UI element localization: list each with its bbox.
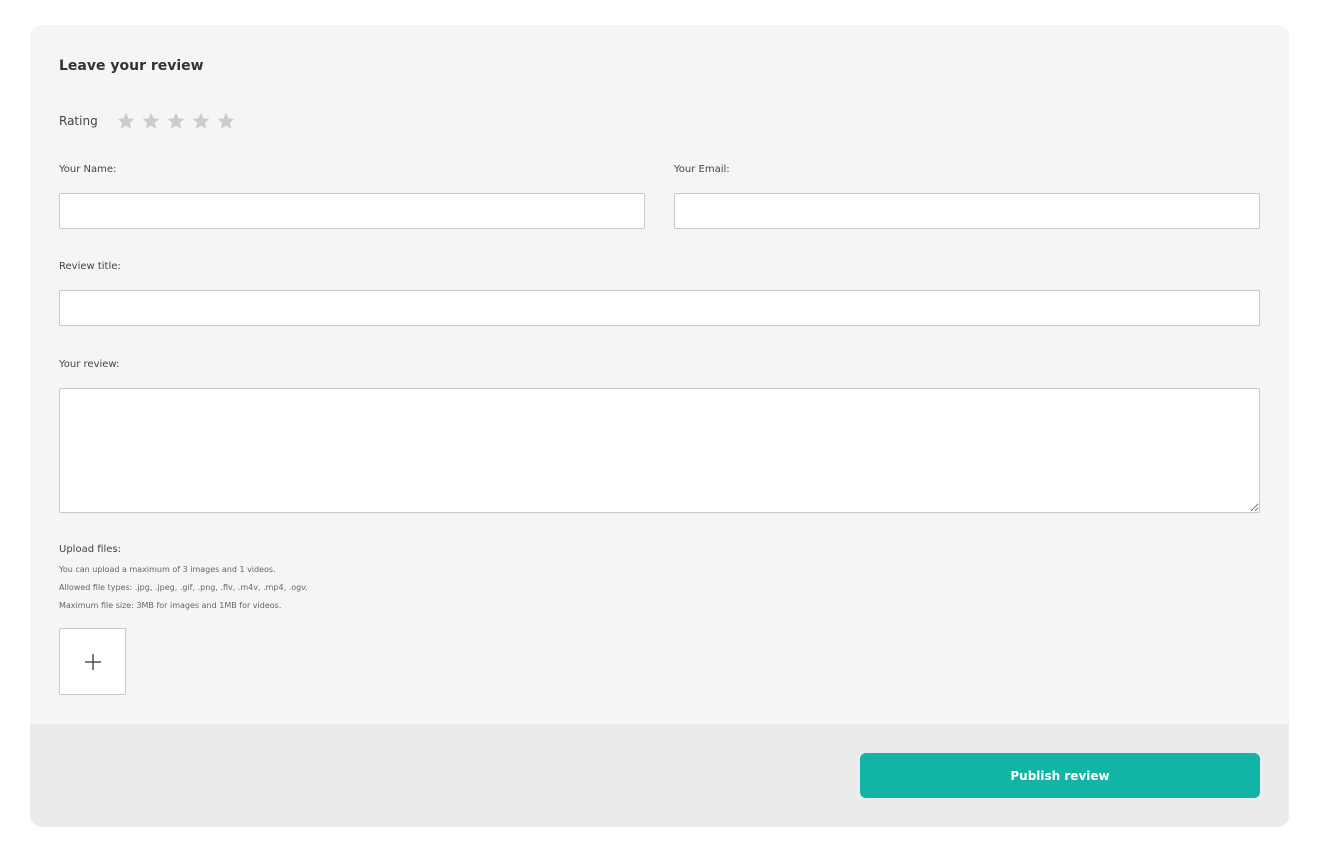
rating-label: Rating <box>59 114 98 128</box>
review-form: Leave your review Rating Your Name: Your… <box>30 25 1289 724</box>
upload-hint-size: Maximum file size: 3MB for images and 1M… <box>59 601 282 610</box>
form-title: Leave your review <box>59 58 204 74</box>
star-icon-4[interactable] <box>191 111 211 131</box>
review-body-label: Your review: <box>59 359 120 370</box>
upload-hint-types: Allowed file types: .jpg, .jpeg, .gif, .… <box>59 583 308 592</box>
add-file-button[interactable] <box>59 628 126 695</box>
publish-review-button[interactable]: Publish review <box>860 753 1260 798</box>
plus-icon <box>84 653 101 670</box>
email-label: Your Email: <box>674 164 730 175</box>
review-title-label: Review title: <box>59 261 121 272</box>
form-footer: Publish review <box>30 724 1289 827</box>
star-icon-5[interactable] <box>216 111 236 131</box>
rating-stars <box>116 111 236 131</box>
review-body-textarea[interactable] <box>59 388 1260 513</box>
review-title-input[interactable] <box>59 290 1260 326</box>
star-icon-3[interactable] <box>166 111 186 131</box>
star-icon-1[interactable] <box>116 111 136 131</box>
name-input[interactable] <box>59 193 645 229</box>
review-form-card: Leave your review Rating Your Name: Your… <box>30 25 1289 827</box>
upload-hint-count: You can upload a maximum of 3 images and… <box>59 565 276 574</box>
rating-row: Rating <box>59 111 236 131</box>
upload-label: Upload files: <box>59 544 122 555</box>
name-label: Your Name: <box>59 164 117 175</box>
star-icon-2[interactable] <box>141 111 161 131</box>
email-input[interactable] <box>674 193 1260 229</box>
